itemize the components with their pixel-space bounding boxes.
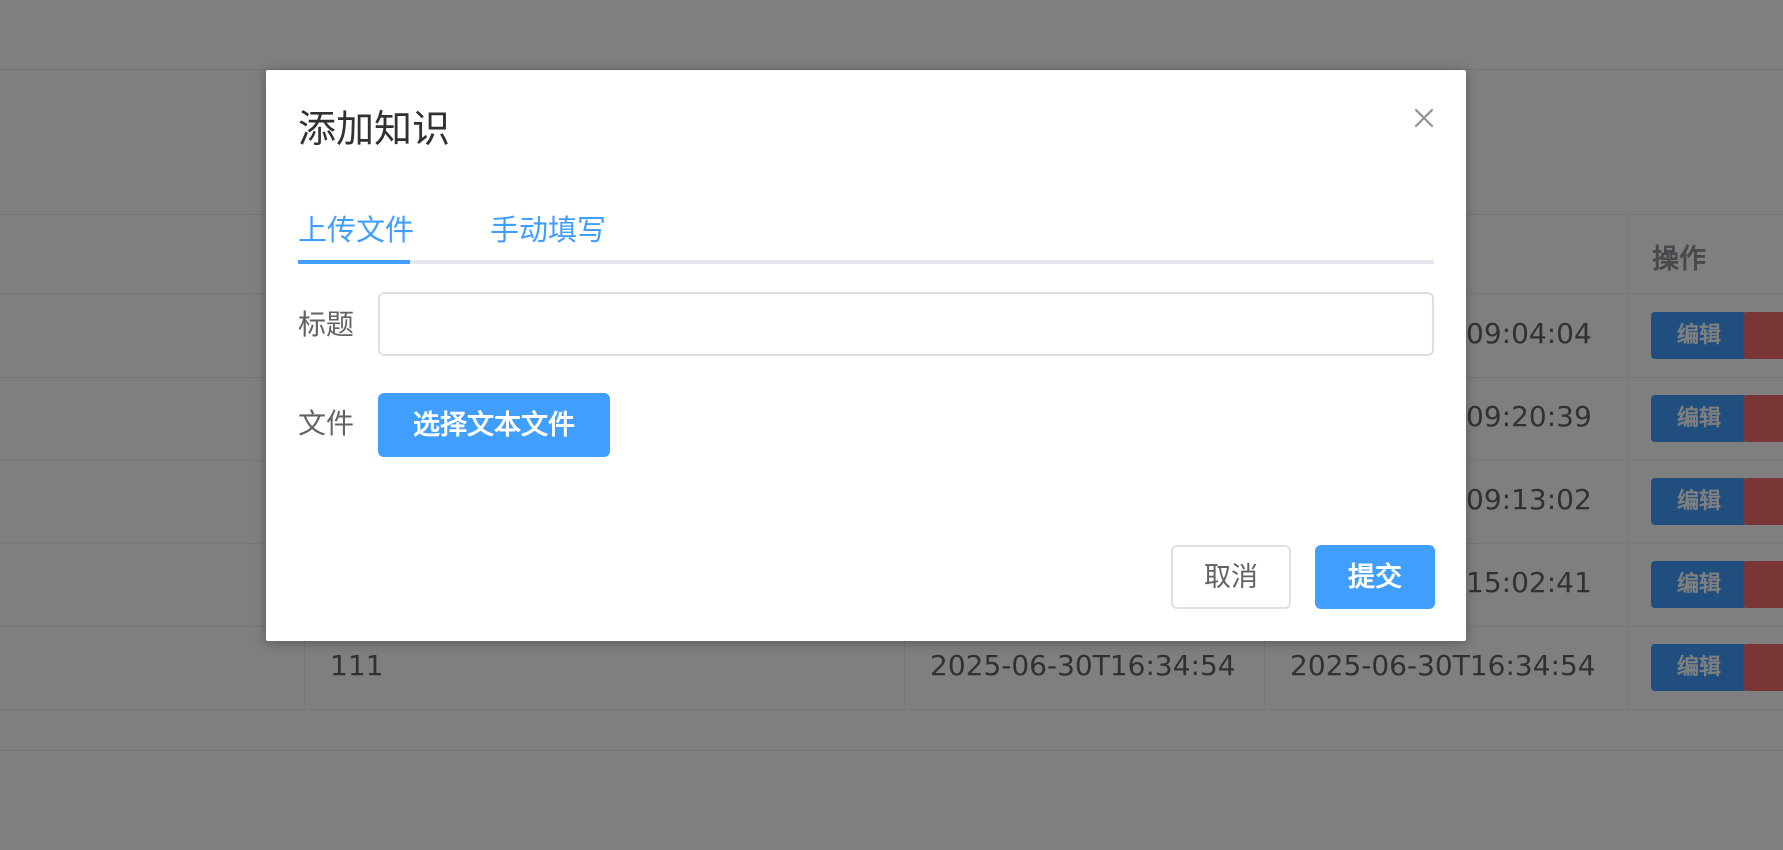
title-label: 标题 [298, 308, 355, 341]
dialog-title: 添加知识 [298, 107, 451, 151]
choose-text-file-button[interactable]: 选择文本文件 [378, 393, 610, 457]
submit-button[interactable]: 提交 [1315, 545, 1435, 609]
tab-upload-file[interactable]: 上传文件 [298, 200, 414, 260]
tab-manual-entry[interactable]: 手动填写 [490, 200, 606, 260]
add-knowledge-dialog: 添加知识 上传文件 手动填写 标题 文件 选择文本文件 取消 提交 [266, 70, 1466, 641]
active-tab-indicator [298, 260, 410, 264]
title-input[interactable] [378, 292, 1434, 356]
close-icon[interactable] [1404, 98, 1444, 138]
close-icon-glyph [1414, 108, 1434, 128]
cancel-button[interactable]: 取消 [1171, 545, 1291, 609]
tabs-divider [298, 260, 1434, 264]
file-label: 文件 [298, 407, 355, 440]
dialog-tabs: 上传文件 手动填写 [298, 200, 1434, 264]
